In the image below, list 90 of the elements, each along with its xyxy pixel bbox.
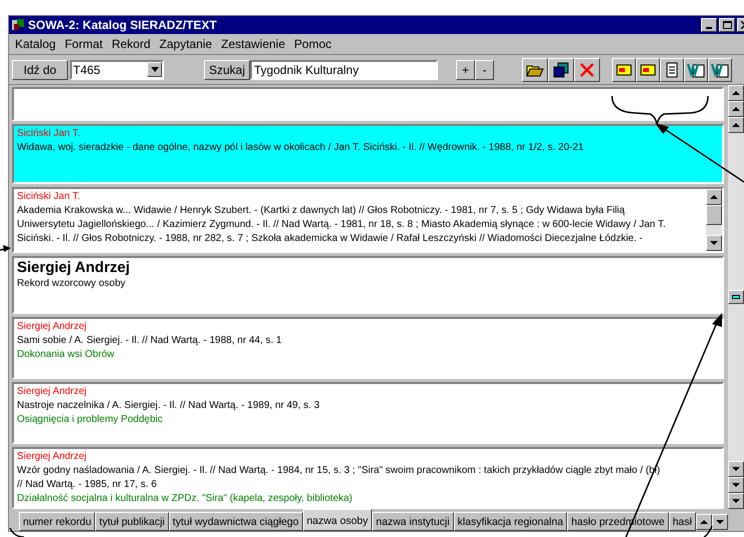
menu-item[interactable]: Pomoc <box>294 35 332 53</box>
tab[interactable]: numer rekordu <box>19 512 96 531</box>
scroll-down-button[interactable] <box>706 235 722 251</box>
citation-text: Uniwersytetu Jagiellońskiego... / Kazimierz Zygmund. - Il. // Nad Wartą. - 1981, nr 18, s. 8 ; Miasto Akademią słynące : w 600-lecie Widawy / Jan T. <box>17 218 666 232</box>
word-button[interactable] <box>684 58 708 82</box>
annotation-curve <box>704 526 713 537</box>
up-arrow-icon <box>732 106 740 112</box>
tab[interactable]: nazwa osoby <box>302 509 372 531</box>
document-icon <box>666 62 678 78</box>
person-name: Siergiej Andrzej <box>17 259 130 277</box>
card-button[interactable] <box>636 58 660 82</box>
scroll-down-button[interactable] <box>728 461 744 477</box>
citation-text: Widawa, woj. sieradzkie - dane ogólne, nazwy pól i lasów w okolicach / Jan T. Siciński. - Il. // Wędrownik. - 1988, nr 1/2, s. 20-21 <box>17 141 584 155</box>
record-note: Rekord wzorcowy osoby <box>17 277 126 291</box>
search-field[interactable]: Tygodnik Kulturalny <box>250 60 438 80</box>
menu-item[interactable]: Zapytanie <box>159 35 212 53</box>
citation-text: Siciński. - Il. // Głos Robotniczy. - 1988, nr 282, s. 7 ; Szkoła akademicka w Widawie / Rafał Leszczyński // Wiadomości Diecezjalne Łódzkie. - <box>17 232 643 246</box>
minimize-button[interactable] <box>701 18 717 32</box>
word-document-icon <box>687 62 705 78</box>
tab-scroll-left-button[interactable] <box>696 514 712 530</box>
document-button[interactable] <box>660 58 684 82</box>
author-name: Siergiej Andrzej <box>17 385 86 399</box>
record-card[interactable]: Siergiej Andrzej Sami sobie / A. Siergiej. - Il. // Nad Wartą. - 1988, nr 44, s. 1 Dokonania wsi Obrów <box>12 317 724 379</box>
card-icon <box>616 62 632 76</box>
subject-text: Osiągnięcia i problemy Poddębic <box>17 413 163 427</box>
tab[interactable]: klasyfikacja regionalna <box>454 512 568 531</box>
word-button[interactable] <box>708 58 732 82</box>
folder-icon <box>526 62 544 76</box>
author-name: Siergiej Andrzej <box>17 450 86 464</box>
tab[interactable]: tytuł publikacji <box>95 512 169 531</box>
scroll-up-button[interactable] <box>706 189 722 205</box>
plus-button[interactable]: + <box>456 60 475 80</box>
citation-text: Nastroje naczelnika / A. Siergiej. - Il. // Nad Wartą. - 1989, nr 49, s. 3 <box>17 399 320 413</box>
card-button[interactable] <box>612 58 636 82</box>
down-arrow-icon <box>732 498 740 504</box>
menu-item[interactable]: Format <box>64 35 103 53</box>
up-arrow-icon <box>732 90 740 96</box>
citation-text: // Nad Wartą. - 1985, nr 17, s. 6 <box>17 478 157 492</box>
down-arrow-icon <box>710 240 718 246</box>
card-icon <box>640 62 656 76</box>
scroll-top-button[interactable] <box>728 85 744 101</box>
record-card[interactable] <box>12 447 724 509</box>
citation-text: Sami sobie / A. Siergiej. - Il. // Nad Wartą. - 1988, nr 44, s. 1 <box>17 334 282 348</box>
scroll-page-down-button[interactable] <box>728 477 744 493</box>
up-arrow-icon <box>710 194 718 200</box>
record-card[interactable]: Siergiej Andrzej Nastroje naczelnika / A. Siergiej. - Il. // Nad Wartą. - 1989, nr 49, s. 3 Osiągnięcia i problemy Poddębic <box>12 382 724 444</box>
list-scrollbar[interactable] <box>728 85 744 509</box>
minus-button[interactable]: - <box>475 60 494 80</box>
stack-button[interactable] <box>548 58 574 82</box>
menu-item[interactable]: Rekord <box>112 35 150 53</box>
menu-item[interactable]: Katalog <box>15 35 56 53</box>
search-button[interactable]: Szukaj <box>204 60 250 80</box>
scroll-thumb[interactable] <box>706 205 722 225</box>
tab[interactable]: tytuł wydawnictwa ciągłego <box>168 512 303 531</box>
record-dropdown[interactable]: T465 <box>70 60 164 80</box>
word-document-icon <box>711 62 729 78</box>
up-arrow-icon <box>700 519 708 525</box>
tab[interactable]: nazwa instytucji <box>372 512 454 531</box>
subject-text: Działalność socjalna i kulturalna w ZPDz. "Sira" (kapela, zespoły, biblioteka) <box>17 492 352 506</box>
tab-scroll-right-button[interactable] <box>712 514 728 530</box>
delete-button[interactable] <box>574 58 600 82</box>
scroll-up-button[interactable] <box>728 117 744 133</box>
down-arrow-icon <box>732 466 740 472</box>
annotation-arrow <box>0 245 11 252</box>
goto-button[interactable]: Idź do <box>12 60 68 80</box>
down-arrow-icon <box>716 519 724 525</box>
stack-icon <box>553 62 569 78</box>
open-folder-button[interactable] <box>522 58 548 82</box>
down-arrow-icon <box>732 482 740 488</box>
x-icon <box>580 62 594 76</box>
author-name: Siergiej Andrzej <box>17 320 86 334</box>
record-card[interactable]: Siergiej Andrzej Rekord wzorcowy osoby <box>12 256 724 314</box>
menu-item[interactable]: Zestawienie <box>221 35 286 53</box>
citation-text: Akademia Krakowska w... Widawie / Henryk Szubert. - (Kartki z dawnych lat) // Głos Robotniczy. - 1981, nr 7, s. 5 ; Gdy Widawa była Filią <box>17 204 625 218</box>
scroll-thumb[interactable] <box>728 290 744 304</box>
record-scrollbar[interactable] <box>706 189 722 251</box>
record-card[interactable]: Siciński Jan T. Widawa, woj. sieradzkie - dane ogólne, nazwy pól i lasów w okolicach / Jan T. Siciński. - Il. // Wędrownik. - 1988, nr 1/2, s. 20-21 <box>12 124 724 184</box>
scroll-page-up-button[interactable] <box>728 101 744 117</box>
record-card[interactable] <box>12 187 724 253</box>
maximize-button[interactable] <box>719 18 735 32</box>
subject-text: Dokonania wsi Obrów <box>17 348 114 362</box>
tab[interactable]: hasł <box>668 512 696 531</box>
author-name: Siciński Jan T. <box>17 190 80 204</box>
scroll-bottom-button[interactable] <box>728 493 744 509</box>
window-title: SOWA-2: Katalog SIERADZ/TEXT <box>28 17 217 34</box>
up-arrow-icon <box>732 122 740 128</box>
author-name: Siciński Jan T. <box>17 127 80 141</box>
annotation-curve <box>9 528 24 537</box>
app-icon <box>11 18 25 32</box>
dropdown-caret-icon <box>150 67 158 72</box>
